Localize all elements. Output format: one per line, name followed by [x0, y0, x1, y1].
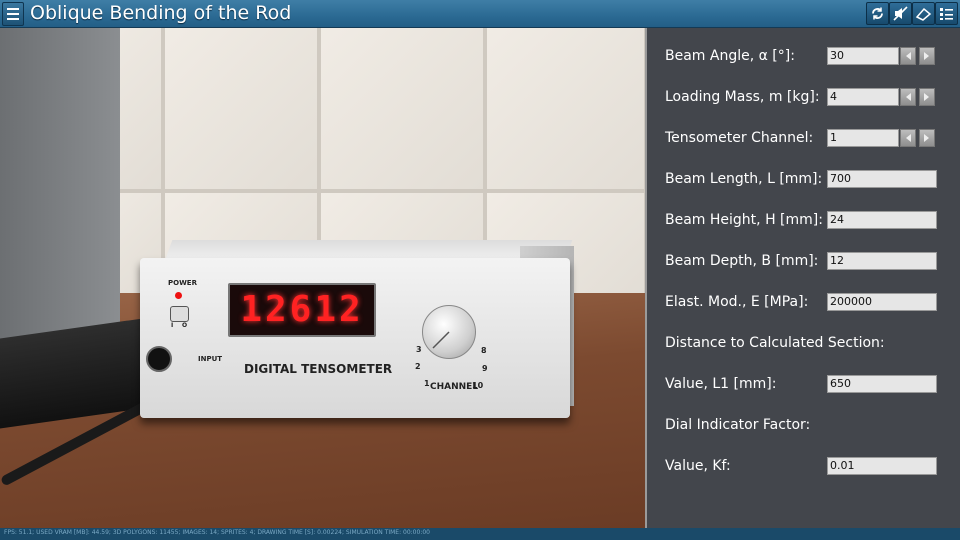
list-icon[interactable] [935, 2, 958, 25]
wall-tile [317, 28, 487, 193]
beam-length-field[interactable]: 700 [827, 170, 937, 188]
channel-label: CHANNEL [430, 382, 479, 392]
monitor [0, 28, 120, 358]
l1-label: Value, L1 [mm]: [665, 376, 777, 392]
channel-number: 3 [416, 345, 422, 354]
mute-icon[interactable] [889, 2, 912, 25]
digital-tensometer [140, 258, 570, 418]
loading-mass-field[interactable]: 4 [827, 88, 899, 106]
distance-section-heading: Distance to Calculated Section: [665, 335, 885, 351]
channel-number: 8 [481, 346, 487, 355]
beam-angle-decrease-icon[interactable] [900, 47, 916, 65]
app-title: Oblique Bending of the Rod [30, 2, 292, 24]
parameters-panel: Beam Angle, α [°]: 30 Loading Mass, m [k… [645, 28, 960, 528]
tensometer-channel-decrease-icon[interactable] [900, 129, 916, 147]
switch-mark-off: O [182, 322, 188, 329]
beam-depth-field[interactable]: 12 [827, 252, 937, 270]
switch-mark-on: I [171, 322, 174, 329]
l1-field[interactable]: 650 [827, 375, 937, 393]
elastic-modulus-field[interactable]: 200000 [827, 293, 937, 311]
input-label: INPUT [198, 355, 223, 363]
beam-depth-label: Beam Depth, B [mm]: [665, 253, 819, 269]
loading-mass-label: Loading Mass, m [kg]: [665, 89, 820, 105]
tensometer-channel-label: Tensometer Channel: [665, 130, 814, 146]
wall-tile [161, 28, 321, 193]
power-switch[interactable] [170, 306, 189, 322]
menu-icon[interactable] [2, 2, 24, 26]
power-led-icon [175, 292, 182, 299]
display-value: 12612 [240, 289, 364, 330]
channel-number: 9 [482, 364, 488, 373]
beam-height-label: Beam Height, H [mm]: [665, 212, 823, 228]
beam-height-field[interactable]: 24 [827, 211, 937, 229]
status-text: FPS: 51.1; USED VRAM [MB]: 44.59; 3D POL… [4, 529, 430, 536]
device-name: DIGITAL TENSOMETER [244, 362, 393, 376]
beam-length-label: Beam Length, L [mm]: [665, 171, 823, 187]
elastic-modulus-label: Elast. Mod., E [MPa]: [665, 294, 809, 310]
dial-factor-heading: Dial Indicator Factor: [665, 417, 811, 433]
channel-number: 1 [424, 379, 430, 388]
status-bar: FPS: 51.1; USED VRAM [MB]: 44.59; 3D POL… [0, 528, 960, 540]
channel-number: 2 [415, 362, 421, 371]
beam-angle-label: Beam Angle, α [°]: [665, 48, 795, 64]
beam-angle-increase-icon[interactable] [919, 47, 935, 65]
channel-knob[interactable] [422, 305, 476, 359]
input-jack-icon[interactable] [146, 346, 172, 372]
led-display: 12612 [228, 283, 376, 337]
tensometer-channel-increase-icon[interactable] [919, 129, 935, 147]
reset-icon[interactable] [866, 2, 889, 25]
wall-tile [483, 28, 645, 193]
kf-field[interactable]: 0.01 [827, 457, 937, 475]
title-bar: Oblique Bending of the Rod [0, 0, 960, 28]
kf-label: Value, Kf: [665, 458, 731, 474]
loading-mass-increase-icon[interactable] [919, 88, 935, 106]
power-label: POWER [168, 279, 197, 287]
book-icon[interactable] [912, 2, 935, 25]
tensometer-channel-field[interactable]: 1 [827, 129, 899, 147]
beam-angle-field[interactable]: 30 [827, 47, 899, 65]
loading-mass-decrease-icon[interactable] [900, 88, 916, 106]
